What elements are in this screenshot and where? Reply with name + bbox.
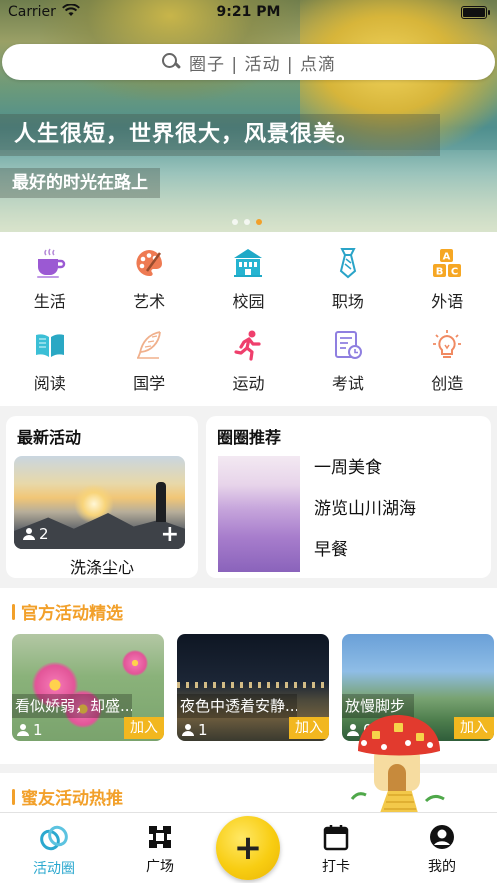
page-dot-2[interactable] xyxy=(244,219,250,225)
category-label: 外语 xyxy=(431,292,464,311)
person-icon xyxy=(17,724,29,736)
svg-text:B: B xyxy=(436,267,444,278)
official-activity-card[interactable]: 看似娇弱，却盛... 1 加入 xyxy=(12,634,164,741)
category-sports[interactable]: 运动 xyxy=(199,322,298,404)
latest-activity-image[interactable]: 2 + xyxy=(14,456,185,549)
latest-activity-card[interactable]: 最新活动 2 + 洗涤尘心 xyxy=(6,416,198,578)
tab-label: 我的 xyxy=(428,859,456,875)
member-count-value: 2 xyxy=(39,525,49,543)
school-building-icon xyxy=(231,246,265,280)
battery-icon xyxy=(461,6,490,19)
calendar-icon xyxy=(323,825,349,851)
open-book-icon xyxy=(33,328,67,362)
necktie-icon xyxy=(331,246,365,280)
official-activity-card[interactable]: 夜色中透着安静... 1 加入 xyxy=(177,634,329,741)
status-time: 9:21 PM xyxy=(216,4,281,20)
category-label: 校园 xyxy=(232,292,265,311)
palette-icon xyxy=(132,246,166,280)
member-count: 2 xyxy=(22,525,49,543)
category-sinology[interactable]: 国学 xyxy=(99,322,198,404)
exam-calendar-icon xyxy=(331,328,365,362)
coffee-cup-icon xyxy=(33,246,67,280)
category-label: 生活 xyxy=(33,292,66,311)
activity-member-count: 1 xyxy=(181,721,208,739)
join-button[interactable]: 加入 xyxy=(454,717,494,739)
plus-icon: + xyxy=(233,828,263,868)
tab-label: 打卡 xyxy=(322,859,350,875)
category-grid: 生活 艺术 校园 职场 ABC 外语 阅读 国学 运动 考试 创造 xyxy=(0,232,497,406)
category-label: 创造 xyxy=(431,374,464,393)
mushroom-house-icon[interactable] xyxy=(350,713,448,813)
category-foreign-language[interactable]: ABC 外语 xyxy=(398,240,497,322)
official-heading-text: 官方活动精选 xyxy=(21,604,123,624)
tab-label: 活动圈 xyxy=(33,861,75,877)
tab-label: 广场 xyxy=(146,859,174,875)
silhouette-figure xyxy=(156,482,166,522)
circle-recommend-card: 圈圈推荐 一周美食 游览山川湖海 早餐 xyxy=(206,416,491,578)
flower-decor xyxy=(122,650,148,676)
circle-recommend-heading: 圈圈推荐 xyxy=(217,428,282,447)
add-icon[interactable]: + xyxy=(161,522,179,547)
recommend-item[interactable]: 游览山川湖海 xyxy=(314,497,416,538)
category-label: 职场 xyxy=(331,292,364,311)
person-icon xyxy=(182,724,194,736)
activity-member-count: 1 xyxy=(16,721,43,739)
category-campus[interactable]: 校园 xyxy=(199,240,298,322)
category-art[interactable]: 艺术 xyxy=(99,240,198,322)
square-frame-icon xyxy=(149,826,171,848)
lightbulb-icon xyxy=(430,328,464,362)
category-label: 艺术 xyxy=(133,292,166,311)
svg-text:A: A xyxy=(443,252,451,263)
category-life[interactable]: 生活 xyxy=(0,240,99,322)
category-reading[interactable]: 阅读 xyxy=(0,322,99,404)
page-dot-3[interactable] xyxy=(256,219,262,225)
svg-text:C: C xyxy=(451,267,458,278)
recommend-list: 一周美食 游览山川湖海 早餐 xyxy=(314,456,416,579)
latest-activity-heading: 最新活动 xyxy=(17,428,82,447)
member-count-value: 1 xyxy=(198,721,208,739)
create-fab-button[interactable]: + xyxy=(216,816,280,880)
banner-slogan-sub: 最好的时光在路上 xyxy=(0,168,160,198)
search-placeholder: 圈子 | 活动 | 点滴 xyxy=(188,54,337,75)
quill-feather-icon xyxy=(132,328,166,362)
rings-icon xyxy=(40,825,68,851)
page-dot-1[interactable] xyxy=(232,219,238,225)
tab-square[interactable]: 广场 xyxy=(120,823,200,876)
friends-heading-text: 蜜友活动热推 xyxy=(21,789,123,809)
search-bar[interactable]: 圈子 | 活动 | 点滴 xyxy=(2,44,495,80)
recommend-item[interactable]: 一周美食 xyxy=(314,456,416,497)
category-label: 运动 xyxy=(232,374,265,393)
user-profile-icon xyxy=(430,825,454,849)
category-label: 考试 xyxy=(331,374,364,393)
category-exam[interactable]: 考试 xyxy=(298,322,397,404)
join-button[interactable]: 加入 xyxy=(289,717,329,739)
category-label: 国学 xyxy=(133,374,166,393)
tab-activity-circle[interactable]: 活动圈 xyxy=(14,823,94,878)
recommend-item[interactable]: 早餐 xyxy=(314,538,416,579)
section-marker xyxy=(12,603,15,620)
section-marker xyxy=(12,788,15,805)
runner-icon xyxy=(231,328,265,362)
category-label: 阅读 xyxy=(33,374,66,393)
search-icon xyxy=(161,52,181,72)
city-lights xyxy=(177,682,329,688)
tab-mine[interactable]: 我的 xyxy=(402,823,482,876)
lavender-field-image[interactable] xyxy=(218,456,300,572)
friends-activities-heading: 蜜友活动热推 xyxy=(12,784,123,809)
activity-title: 看似娇弱，却盛... xyxy=(12,694,132,718)
activity-title: 夜色中透着安静... xyxy=(177,694,297,718)
category-workplace[interactable]: 职场 xyxy=(298,240,397,322)
official-activities-heading: 官方活动精选 xyxy=(12,599,123,624)
tab-check-in[interactable]: 打卡 xyxy=(296,823,376,876)
category-create[interactable]: 创造 xyxy=(398,322,497,404)
latest-activity-title: 洗涤尘心 xyxy=(69,558,134,577)
status-bar: Carrier 9:21 PM xyxy=(0,0,497,26)
person-icon xyxy=(23,528,35,540)
banner-page-indicator[interactable] xyxy=(232,219,262,225)
join-button[interactable]: 加入 xyxy=(124,717,164,739)
abc-blocks-icon: ABC xyxy=(430,246,464,280)
banner-slogan-main: 人生很短，世界很大，风景很美。 xyxy=(0,114,440,156)
member-count-value: 1 xyxy=(33,721,43,739)
